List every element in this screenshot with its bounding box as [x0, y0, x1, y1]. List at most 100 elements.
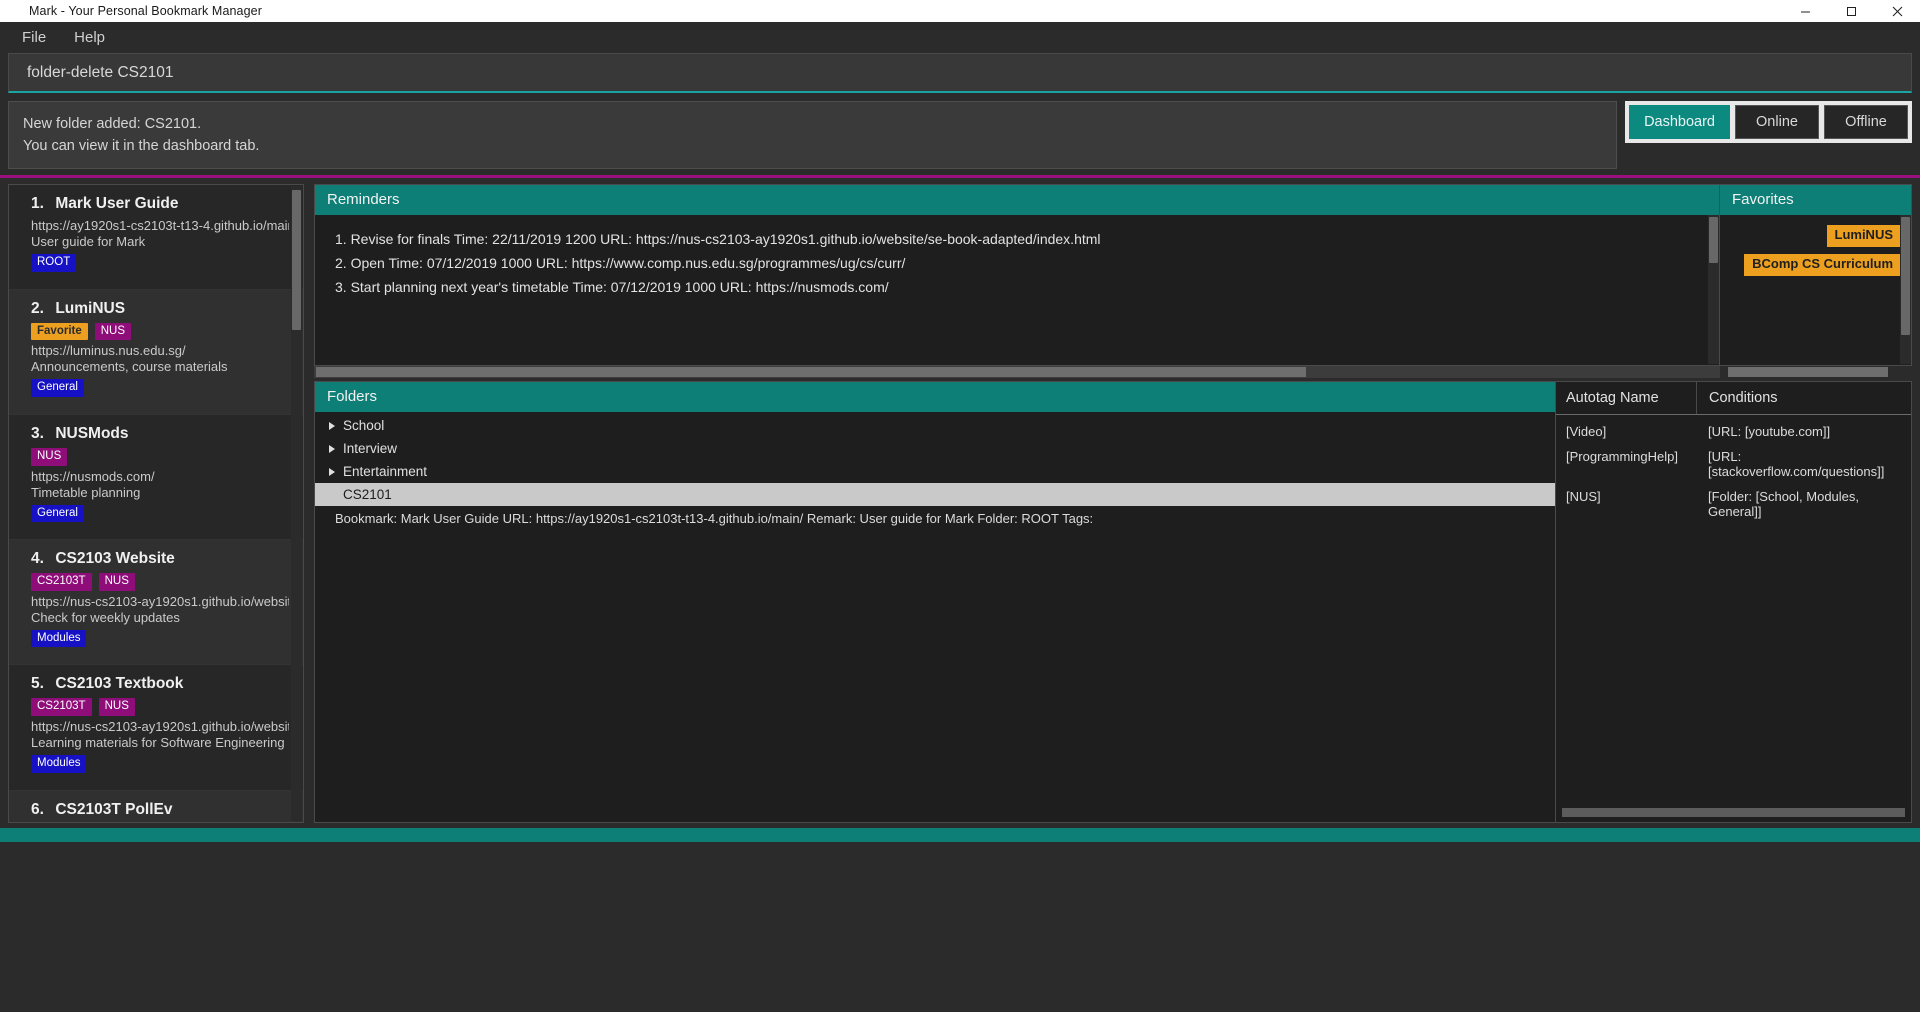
bookmark-name: NUSMods	[55, 424, 129, 442]
bookmark-tags: CS2103T NUS	[31, 698, 289, 717]
reminders-scrollbar[interactable]	[1708, 215, 1719, 364]
bookmark-folder-tags: Modules	[31, 629, 289, 648]
maximize-button[interactable]	[1828, 0, 1874, 22]
menu-bar: File Help	[0, 22, 1920, 53]
bookmark-card[interactable]: 6. CS2103T PollEv CS2103T NUS https://po…	[9, 790, 303, 822]
close-button[interactable]	[1874, 0, 1920, 22]
bookmark-index: 4.	[31, 550, 44, 568]
bookmark-folder-tags: General	[31, 504, 289, 523]
scrollbar-thumb[interactable]	[316, 367, 1306, 377]
autotag-row[interactable]: [ProgrammingHelp] [URL: [stackoverflow.c…	[1556, 444, 1911, 484]
autotag-name: [ProgrammingHelp]	[1566, 449, 1678, 464]
bookmark-title: 4. CS2103 Website	[31, 550, 289, 568]
autotag-row[interactable]: [NUS] [Folder: [School, Modules, General…	[1556, 484, 1911, 524]
scrollbar-thumb[interactable]	[1728, 367, 1888, 377]
folder-detail-text: Bookmark: Mark User Guide URL: https://a…	[335, 511, 1094, 526]
bookmark-tags: Favorite NUS	[31, 322, 289, 341]
bookmark-url: https://ay1920s1-cs2103t-t13-4.github.io…	[31, 218, 289, 233]
bookmark-url: https://nusmods.com/	[31, 468, 155, 484]
reminders-hscrollbar[interactable]	[314, 366, 1720, 378]
bookmark-card[interactable]: 1. Mark User Guide https://ay1920s1-cs21…	[9, 185, 303, 290]
bookmark-name: LumiNUS	[55, 299, 126, 317]
tab-dashboard[interactable]: Dashboard	[1629, 105, 1730, 139]
bookmark-card[interactable]: 4. CS2103 Website CS2103T NUS https://nu…	[9, 540, 303, 666]
result-display: New folder added: CS2101. You can view i…	[8, 101, 1618, 169]
bookmark-list: 1. Mark User Guide https://ay1920s1-cs21…	[9, 185, 303, 822]
folder-tree-item[interactable]: School	[315, 414, 1555, 437]
bookmark-tag: NUS	[94, 322, 132, 341]
chevron-right-icon[interactable]	[329, 467, 335, 476]
bookmark-folder-tags: Modules	[31, 755, 289, 773]
reminder-item[interactable]: 1. Revise for finals Time: 22/11/2019 12…	[335, 227, 1719, 251]
reminder-item[interactable]: 2. Open Time: 07/12/2019 1000 URL: https…	[335, 251, 1719, 275]
reminders-header: Reminders	[315, 185, 1719, 215]
folders-and-autotag-row: Folders School Interview Entertainment C…	[314, 381, 1912, 823]
bookmark-index: 5.	[31, 675, 44, 693]
scrollbar-thumb[interactable]	[292, 190, 301, 330]
autotag-table-header: Autotag Name Conditions	[1556, 382, 1911, 415]
folder-tag: Modules	[31, 629, 87, 648]
folder-label: Entertainment	[343, 464, 428, 479]
bookmark-list-scrollbar[interactable]	[291, 186, 302, 821]
result-line-1: New folder added: CS2101.	[23, 115, 202, 132]
bookmark-title: 6. CS2103T PollEv	[31, 801, 289, 819]
minimize-button[interactable]	[1782, 0, 1828, 22]
scrollbar-thumb[interactable]	[1901, 217, 1910, 335]
folders-panel: Folders School Interview Entertainment C…	[314, 381, 1556, 823]
bookmark-remark: Check for weekly updates	[31, 609, 180, 625]
autotag-panel: Autotag Name Conditions [Video] [URL: [y…	[1556, 381, 1912, 823]
bookmark-folder-tags: General	[31, 379, 289, 397]
favorite-item[interactable]: BComp CS Curriculum	[1744, 253, 1901, 276]
autotag-hscrollbar[interactable]	[1562, 808, 1905, 817]
bookmark-tags: NUS	[31, 447, 289, 466]
center-column: Reminders 1. Revise for finals Time: 22/…	[314, 184, 1912, 823]
bookmark-card[interactable]: 5. CS2103 Textbook CS2103T NUS https://n…	[9, 665, 303, 791]
main-content: 1. Mark User Guide https://ay1920s1-cs21…	[0, 178, 1920, 823]
bookmark-folder-tags: ROOT	[31, 254, 289, 272]
chevron-right-icon[interactable]	[329, 421, 335, 430]
bookmark-name: Mark User Guide	[55, 195, 179, 212]
favorite-item[interactable]: LumiNUS	[1826, 225, 1901, 247]
reminder-item[interactable]: 3. Start planning next year's timetable …	[335, 275, 1719, 299]
autotag-condition: [Folder: [School, Modules, General]]	[1708, 489, 1860, 519]
command-box-wrapper: folder-delete CS2101	[0, 53, 1920, 93]
folder-label: Interview	[343, 441, 398, 456]
folder-tag: ROOT	[31, 254, 77, 272]
tab-offline[interactable]: Offline	[1824, 105, 1908, 139]
result-line-2: You can view it in the dashboard tab.	[23, 138, 260, 154]
chevron-right-icon[interactable]	[329, 444, 335, 453]
bookmark-index: 1.	[31, 195, 44, 212]
bookmark-card[interactable]: 3. NUSMods NUS https://nusmods.com/ Time…	[9, 414, 303, 541]
bookmark-url: https://luminus.nus.edu.sg/	[31, 343, 186, 359]
folder-tree-item[interactable]: Entertainment	[315, 460, 1555, 483]
autotag-hscroll-row	[1556, 804, 1911, 822]
command-input[interactable]: folder-delete CS2101	[8, 53, 1912, 93]
favorites-scrollbar[interactable]	[1900, 215, 1911, 364]
folder-tree: School Interview Entertainment CS2101 Bo…	[315, 412, 1555, 822]
bookmark-flag-icon	[7, 4, 21, 19]
reminders-list: 1. Revise for finals Time: 22/11/2019 12…	[315, 215, 1719, 365]
tab-online[interactable]: Online	[1735, 105, 1819, 139]
menu-item-help[interactable]: Help	[62, 25, 117, 50]
bookmark-url: https://nus-cs2103-ay1920s1.github.io/we…	[31, 593, 289, 609]
status-strip	[0, 828, 1920, 842]
reminders-hscroll-row	[314, 366, 1912, 378]
folder-tag: General	[31, 379, 84, 397]
menu-item-file[interactable]: File	[10, 25, 58, 50]
bookmark-card[interactable]: 2. LumiNUS Favorite NUS https://luminus.…	[9, 289, 303, 415]
favorites-panel: Favorites LumiNUS BComp CS Curriculum	[1720, 184, 1912, 366]
result-and-tabs-row: New folder added: CS2101. You can view i…	[0, 93, 1920, 169]
autotag-column-conditions: Conditions	[1696, 382, 1911, 414]
folder-tree-item-selected[interactable]: CS2101	[315, 483, 1555, 506]
folder-label: School	[343, 418, 385, 433]
reminders-panel: Reminders 1. Revise for finals Time: 22/…	[314, 184, 1720, 366]
bookmark-tag: CS2103T	[31, 573, 92, 591]
autotag-column-name: Autotag Name	[1566, 390, 1659, 406]
bookmark-remark: User guide for Mark	[31, 234, 146, 249]
scrollbar-thumb[interactable]	[1709, 217, 1718, 263]
bookmark-title: 3. NUSMods	[31, 425, 289, 443]
folder-tag: General	[31, 504, 84, 523]
bookmark-title: 2. LumiNUS	[31, 300, 289, 318]
folder-tree-item[interactable]: Interview	[315, 437, 1555, 460]
autotag-row[interactable]: [Video] [URL: [youtube.com]]	[1556, 419, 1911, 444]
